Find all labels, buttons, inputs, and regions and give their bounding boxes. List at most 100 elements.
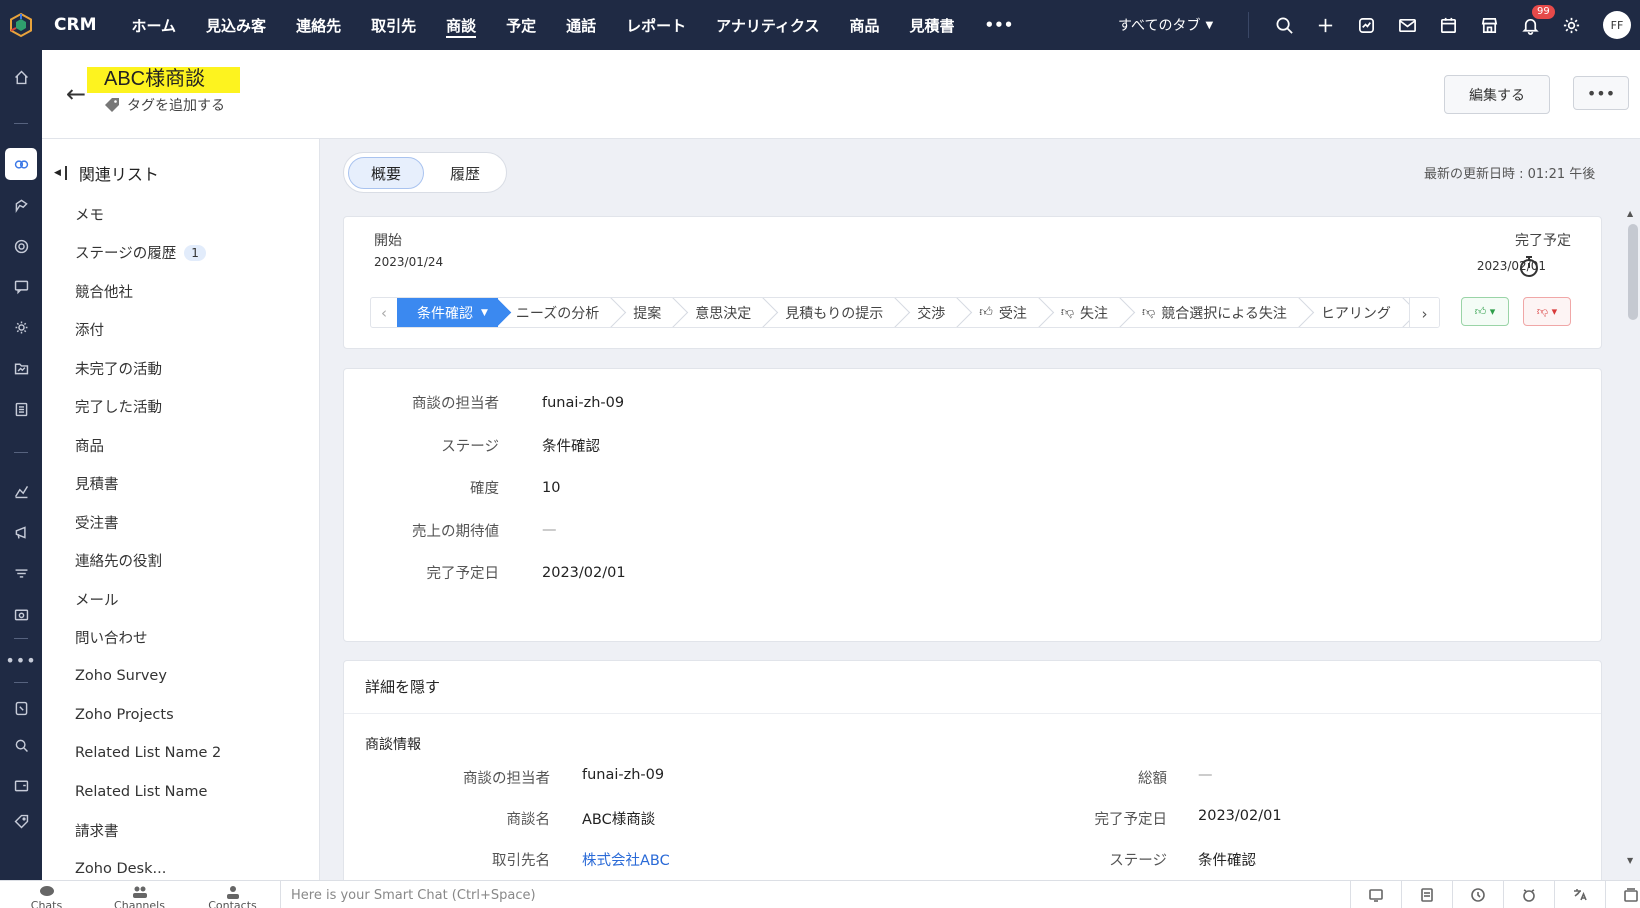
- quote-icon[interactable]: [8, 601, 34, 627]
- related-list-item[interactable]: メモ: [75, 195, 221, 234]
- stage-step[interactable]: 見積もりの提示: [767, 298, 899, 327]
- related-list-item[interactable]: 添付: [75, 311, 221, 350]
- marketplace-icon[interactable]: [1469, 0, 1510, 50]
- deals-icon[interactable]: [5, 148, 37, 180]
- field-value[interactable]: 2023/02/01: [542, 565, 626, 581]
- field-value[interactable]: 条件確認: [1198, 849, 1256, 870]
- related-list-item[interactable]: メール: [75, 580, 221, 619]
- note-icon[interactable]: [8, 695, 34, 721]
- tab-deals[interactable]: 商談: [431, 0, 491, 50]
- contacts-button[interactable]: Contacts: [186, 881, 279, 908]
- chevron-down-icon[interactable]: ▼: [481, 308, 488, 318]
- chats-button[interactable]: Chats: [0, 881, 93, 908]
- all-tabs-dropdown[interactable]: すべてのタブ ▼: [1118, 0, 1213, 50]
- document-icon[interactable]: [8, 396, 34, 422]
- chevron-right-icon[interactable]: ›: [1409, 298, 1439, 327]
- field-value[interactable]: funai-zh-09: [582, 767, 664, 783]
- field-value[interactable]: —: [542, 522, 557, 538]
- related-list-item[interactable]: Related List Name 2: [75, 734, 221, 773]
- stage-step[interactable]: 👎︎ 競合選択による失注: [1124, 298, 1303, 327]
- field-value[interactable]: —: [1198, 767, 1213, 783]
- mark-won-button[interactable]: 👍︎ ▾: [1461, 297, 1509, 326]
- analytics-icon[interactable]: [8, 478, 34, 504]
- chat-icon[interactable]: [8, 273, 34, 299]
- filter-icon[interactable]: [8, 560, 34, 586]
- related-list-item[interactable]: 請求書: [75, 811, 221, 850]
- tab-history[interactable]: 履歴: [434, 157, 496, 189]
- channels-button[interactable]: Channels: [93, 881, 186, 908]
- related-list-toggle[interactable]: ◀ 関連リスト: [54, 161, 159, 185]
- settings-cog-icon[interactable]: [8, 314, 34, 340]
- stage-step[interactable]: 意思決定: [677, 298, 767, 327]
- leads-icon[interactable]: [8, 192, 34, 218]
- zoho-logo-icon[interactable]: [0, 0, 42, 50]
- screen-share-icon[interactable]: [1350, 881, 1401, 908]
- related-list-item[interactable]: Zoho Survey: [75, 657, 221, 696]
- more-tabs-button[interactable]: •••: [970, 0, 1029, 50]
- apps-icon[interactable]: [1605, 881, 1640, 908]
- folder-icon[interactable]: [8, 355, 34, 381]
- back-arrow-icon[interactable]: ←: [66, 80, 86, 108]
- tab-quotes[interactable]: 見積書: [895, 0, 970, 50]
- related-list-item[interactable]: Related List Name: [75, 773, 221, 812]
- calendar-icon[interactable]: [1428, 0, 1469, 50]
- related-list-item[interactable]: 受注書: [75, 503, 221, 542]
- campaign-icon[interactable]: [8, 519, 34, 545]
- home-icon[interactable]: [8, 64, 34, 90]
- stage-step[interactable]: 条件確認 ▼: [397, 298, 498, 327]
- related-list-item[interactable]: Zoho Desk...: [75, 850, 221, 881]
- tab-leads[interactable]: 見込み客: [191, 0, 281, 50]
- tab-products[interactable]: 商品: [835, 0, 895, 50]
- scroll-up-icon[interactable]: ▲: [1627, 209, 1633, 218]
- field-value[interactable]: 10: [542, 480, 560, 496]
- field-value[interactable]: 2023/02/01: [1198, 808, 1282, 824]
- tab-analytics[interactable]: アナリティクス: [701, 0, 834, 50]
- search-zoom-icon[interactable]: [8, 732, 34, 758]
- more-actions-button[interactable]: •••: [1573, 76, 1629, 110]
- tab-events[interactable]: 予定: [491, 0, 551, 50]
- field-value[interactable]: 条件確認: [542, 435, 600, 456]
- hide-details-toggle[interactable]: 詳細を隠す: [365, 676, 440, 697]
- tab-home[interactable]: ホーム: [116, 0, 191, 50]
- notes-icon[interactable]: [1401, 881, 1452, 908]
- scroll-down-icon[interactable]: ▼: [1627, 856, 1633, 865]
- related-list-item[interactable]: ステージの履歴 1: [75, 234, 221, 273]
- plus-icon[interactable]: [1305, 0, 1346, 50]
- mark-lost-button[interactable]: 👎︎ ▾: [1523, 297, 1571, 326]
- field-value[interactable]: ABC様商談: [582, 808, 655, 829]
- field-value[interactable]: funai-zh-09: [542, 395, 624, 411]
- search-icon[interactable]: [1264, 0, 1305, 50]
- stage-step[interactable]: 👎︎ 失注: [1043, 298, 1124, 327]
- tab-calls[interactable]: 通話: [551, 0, 611, 50]
- tab-overview[interactable]: 概要: [348, 157, 424, 189]
- related-list-item[interactable]: 未完了の活動: [75, 349, 221, 388]
- bell-icon[interactable]: 99: [1510, 0, 1555, 50]
- account-link[interactable]: 株式会社ABC: [582, 849, 670, 870]
- mail-icon[interactable]: [1387, 0, 1428, 50]
- related-list-item[interactable]: 問い合わせ: [75, 619, 221, 658]
- stage-step[interactable]: ヒアリング: [1303, 298, 1407, 327]
- alarm-icon[interactable]: [1503, 881, 1554, 908]
- smart-chat-input[interactable]: Here is your Smart Chat (Ctrl+Space): [280, 881, 1350, 908]
- tab-contacts[interactable]: 連絡先: [281, 0, 356, 50]
- contacts-icon[interactable]: [8, 233, 34, 259]
- translate-icon[interactable]: [1554, 881, 1605, 908]
- related-list-item[interactable]: 見積書: [75, 465, 221, 504]
- avatar[interactable]: FF: [1603, 11, 1631, 39]
- related-list-item[interactable]: Zoho Projects: [75, 696, 221, 735]
- tag-icon[interactable]: [8, 808, 34, 834]
- add-tag-link[interactable]: タグを追加する: [104, 95, 225, 115]
- activity-icon[interactable]: [1346, 0, 1387, 50]
- related-list-item[interactable]: 完了した活動: [75, 388, 221, 427]
- gear-icon[interactable]: [1551, 0, 1592, 50]
- related-list-item[interactable]: 商品: [75, 426, 221, 465]
- stage-step[interactable]: 👍︎ 受注: [961, 298, 1043, 327]
- tab-reports[interactable]: レポート: [611, 0, 701, 50]
- history-icon[interactable]: [1452, 881, 1503, 908]
- wallet-icon[interactable]: [8, 772, 34, 798]
- related-list-item[interactable]: 連絡先の役割: [75, 542, 221, 581]
- chevron-left-icon[interactable]: ‹: [371, 298, 397, 327]
- edit-button[interactable]: 編集する: [1444, 75, 1550, 114]
- more-icon[interactable]: •••: [5, 647, 35, 673]
- stage-step[interactable]: ニーズの分析: [498, 298, 615, 327]
